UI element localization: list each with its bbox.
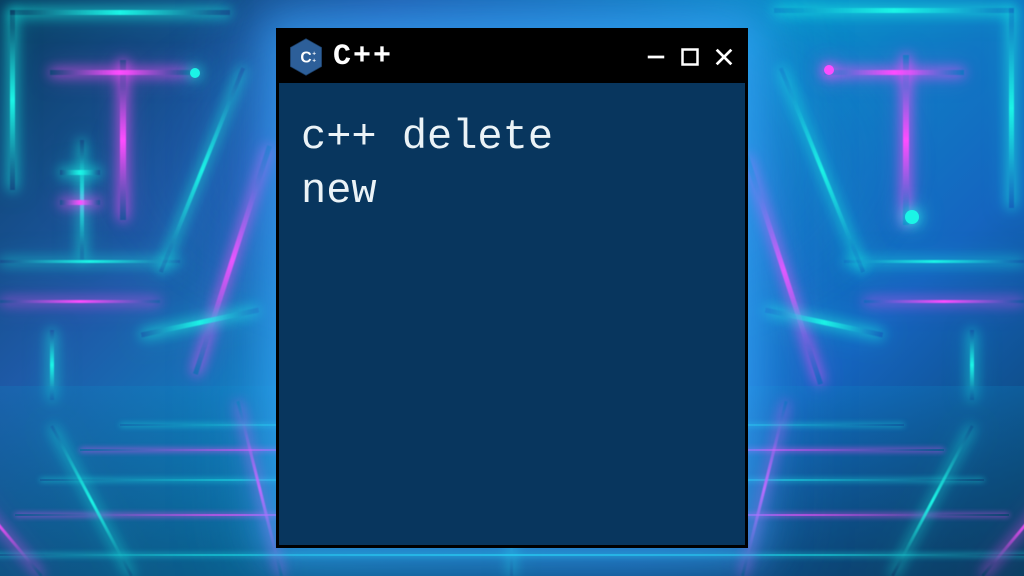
window-title: C++ [333, 40, 635, 74]
trace-line [824, 70, 964, 75]
window-controls [645, 46, 735, 68]
close-button[interactable] [713, 46, 735, 68]
trace-line [844, 260, 1024, 263]
content-line-1: c++ delete [301, 113, 553, 161]
trace-line [120, 60, 126, 220]
trace-line [1009, 8, 1014, 208]
cpp-hexagon-icon: C + + [289, 38, 323, 76]
console-content: c++ delete new [279, 83, 745, 247]
trace-line [864, 300, 1024, 303]
trace-line [10, 10, 230, 15]
trace-node [824, 65, 834, 75]
trace-line [60, 200, 100, 205]
svg-text:C: C [300, 49, 311, 66]
trace-line [903, 55, 909, 225]
floor-line [981, 460, 1024, 576]
trace-line [0, 300, 160, 303]
trace-line [774, 8, 1014, 13]
svg-text:+: + [312, 57, 316, 64]
trace-node [905, 210, 919, 224]
content-line-2: new [301, 167, 377, 215]
trace-line [60, 170, 100, 175]
minimize-button[interactable] [645, 46, 667, 68]
svg-text:+: + [312, 51, 316, 58]
floor-line [741, 401, 787, 576]
floor-line [0, 460, 43, 576]
console-window: C + + C++ c++ delete new [276, 28, 748, 548]
trace-line [0, 260, 180, 263]
titlebar[interactable]: C + + C++ [279, 31, 745, 83]
maximize-button[interactable] [679, 46, 701, 68]
trace-line [10, 10, 15, 190]
trace-node [190, 68, 200, 78]
